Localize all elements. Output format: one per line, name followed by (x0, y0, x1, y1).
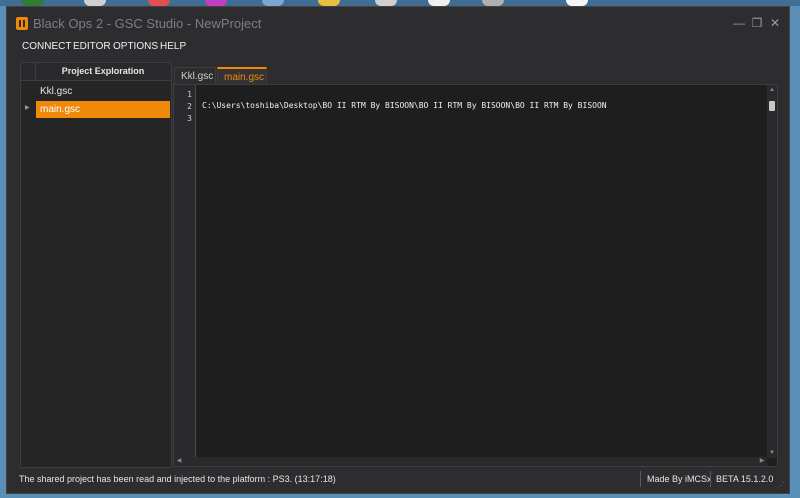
panel-header-title: Project Exploration (61, 66, 145, 76)
expand-arrow-icon[interactable]: ▶ (25, 100, 30, 117)
status-divider (640, 471, 641, 487)
panel-header-corner (21, 63, 36, 80)
status-divider (710, 471, 711, 487)
tab-main[interactable]: main.gsc (217, 67, 267, 85)
author-credit: Made By iMCSx (647, 474, 712, 484)
scrollbar-thumb[interactable] (769, 101, 775, 111)
code-editor[interactable]: 1 2 3 C:\Users\toshiba\Desktop\BO II RTM… (173, 84, 778, 467)
scroll-down-icon[interactable]: ▼ (767, 448, 777, 458)
menu-options[interactable]: OPTIONS (113, 41, 158, 52)
scroll-up-icon[interactable]: ▲ (767, 85, 777, 95)
status-message: The shared project has been read and inj… (19, 474, 336, 484)
menu-connect[interactable]: CONNECT (22, 41, 71, 52)
status-bar: The shared project has been read and inj… (7, 469, 789, 493)
project-exploration-panel: Project Exploration Kkl.gsc ▶ main.gsc (20, 62, 172, 468)
code-line[interactable]: C:\Users\toshiba\Desktop\BO II RTM By BI… (202, 101, 607, 110)
vertical-scrollbar[interactable]: ▲ ▼ (767, 85, 777, 458)
window-title: Black Ops 2 - GSC Studio - NewProject (33, 16, 262, 31)
line-number: 3 (187, 114, 192, 123)
close-button[interactable]: ✕ (767, 15, 783, 31)
version-label: BETA 15.1.2.0 (716, 474, 774, 484)
minimize-button[interactable]: — (731, 15, 747, 31)
app-logo-icon (16, 17, 28, 30)
title-bar[interactable]: Black Ops 2 - GSC Studio - NewProject — … (7, 7, 789, 39)
scroll-right-icon[interactable]: ▶ (757, 457, 767, 466)
line-number: 2 (187, 102, 192, 111)
tree-item-main[interactable]: main.gsc (36, 101, 170, 118)
line-number-gutter: 1 2 3 (174, 85, 196, 458)
app-window: Black Ops 2 - GSC Studio - NewProject — … (6, 6, 790, 494)
scroll-left-icon[interactable]: ◀ (174, 457, 184, 466)
panel-header: Project Exploration (21, 63, 171, 81)
restore-button[interactable]: ❐ (749, 15, 765, 31)
menu-editor[interactable]: EDITOR (73, 41, 111, 52)
resize-grip-icon[interactable]: ⋰ (777, 481, 785, 490)
line-number: 1 (187, 90, 192, 99)
tab-kkl[interactable]: Kkl.gsc (174, 67, 216, 85)
tree-item-kkl[interactable]: Kkl.gsc (36, 83, 170, 100)
menu-help[interactable]: HELP (160, 41, 186, 52)
horizontal-scrollbar[interactable]: ◀ ▶ (174, 457, 767, 466)
